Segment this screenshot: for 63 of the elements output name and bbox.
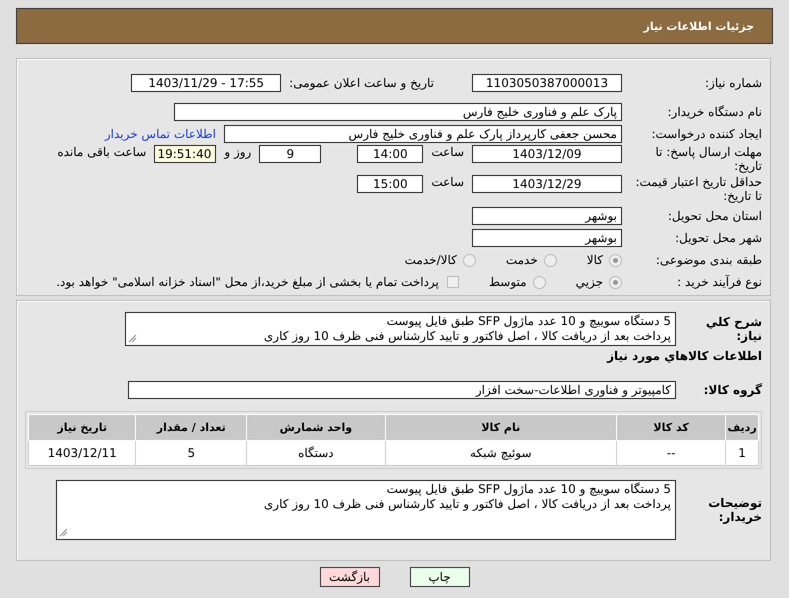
radio-button[interactable] (609, 254, 622, 266)
radio-button[interactable] (532, 276, 546, 288)
field-label: توضیحات خریدار: (707, 496, 762, 524)
field-label: استان محل تحویل: (666, 209, 762, 223)
field-label: گروه کالا: (702, 383, 762, 397)
input-field[interactable]: 9 (259, 145, 322, 163)
field-label: روز و (224, 145, 252, 159)
text-area[interactable]: 5 دستگاه سوییچ و 10 عدد ماژول SFP طبق فایل پیوست پرداخت بعد از دریافت کالا ، اصل فاکتور و تایید کارشناس فنی ظرف 10 روز کاری (56, 480, 676, 540)
page-title: جزئیات اطلاعات نیاز (644, 20, 754, 32)
input-field[interactable]: 14:00 (357, 145, 424, 163)
input-field[interactable]: محسن جعفی کارپرداز پارک علم و فناوری خلیج فارس (224, 125, 622, 143)
input-field[interactable]: بوشهر (472, 229, 622, 247)
input-field[interactable]: بوشهر (472, 207, 622, 225)
table-cell: -- (616, 440, 726, 466)
input-field[interactable]: 1403/12/29 (472, 175, 622, 193)
resize-grip-icon[interactable] (59, 528, 68, 537)
input-field[interactable]: 1403/12/09 (472, 145, 622, 163)
radio-label: کالا/خدمت (404, 253, 457, 267)
input-field[interactable]: 1103050387000013 (472, 74, 622, 92)
column-header: ردیف (726, 414, 758, 440)
field-label: مهلت ارسال پاسخ: تا تاریخ: (654, 145, 762, 173)
table-cell: دستگاه (246, 440, 386, 466)
field-label: شهر محل تحویل: (674, 231, 762, 245)
table-cell: 1 (726, 440, 758, 466)
field-label: شماره نیاز: (704, 76, 762, 90)
input-field[interactable]: 1403/11/29 - 17:55 (131, 74, 282, 92)
field-label: نام دستگاه خریدار: (666, 105, 762, 119)
field-label: طبقه بندی موضوعی: (654, 253, 762, 267)
radio-button[interactable] (544, 254, 557, 266)
back-button[interactable]: بازگشت (320, 567, 380, 587)
radio-label: متوسط (488, 275, 527, 289)
radio-label: کالا (586, 253, 603, 267)
input-field[interactable]: پارک علم و فناوری خلیج فارس (174, 103, 622, 121)
table-cell: 5 (136, 440, 247, 466)
field-label: ساعت (431, 175, 464, 189)
table-cell: 1403/12/11 (28, 440, 136, 466)
column-header: تعداد / مقدار (136, 414, 247, 440)
section-heading: اطلاعات کالاهاي مورد نیاز (606, 349, 762, 365)
field-label: ساعت باقی مانده (57, 145, 146, 159)
field-label: تاریخ و ساعت اعلان عمومی: (289, 76, 434, 90)
column-header: واحد شمارش (246, 414, 386, 440)
field-label: نوع فرآیند خرید : (676, 275, 762, 289)
radio-label: خدمت (506, 253, 538, 267)
field-label: حداقل تاریخ اعتبار قیمت: تا تاریخ: (634, 175, 762, 203)
column-header: کد کالا (616, 414, 726, 440)
resize-grip-icon[interactable] (128, 334, 137, 343)
print-button[interactable]: چاپ (410, 567, 470, 587)
column-header: نام کالا (385, 414, 617, 440)
countdown-field: 19:51:40 (154, 145, 216, 163)
field-label: شرح کلي نیاز: (704, 315, 762, 343)
radio-button[interactable] (462, 254, 476, 266)
radio-label: جزیي (576, 275, 603, 289)
input-field[interactable]: کامپیوتر و فناوری اطلاعات-سخت افزار (128, 381, 676, 399)
input-field[interactable]: 15:00 (357, 175, 424, 193)
checkbox[interactable] (446, 276, 459, 288)
field-label: ایجاد کننده درخواست: (650, 127, 762, 141)
checkbox-label: پرداخت تمام یا بخشی از مبلغ خرید،از محل "اسناد خزانه اسلامی" خواهد بود. (56, 275, 439, 289)
text-area[interactable]: 5 دستگاه سوییچ و 10 عدد ماژول SFP طبق فایل پیوست پرداخت بعد از دریافت کالا ، اصل فاکتور و تایید کارشناس فنی ظرف 10 روز کاری (125, 312, 676, 346)
field-label: ساعت (431, 145, 464, 159)
radio-button[interactable] (609, 276, 622, 288)
column-header: تاریخ نیاز (28, 414, 136, 440)
contact-link[interactable]: اطلاعات تماس خریدار (104, 127, 216, 141)
table-cell: سوئیچ شبکه (385, 440, 617, 466)
